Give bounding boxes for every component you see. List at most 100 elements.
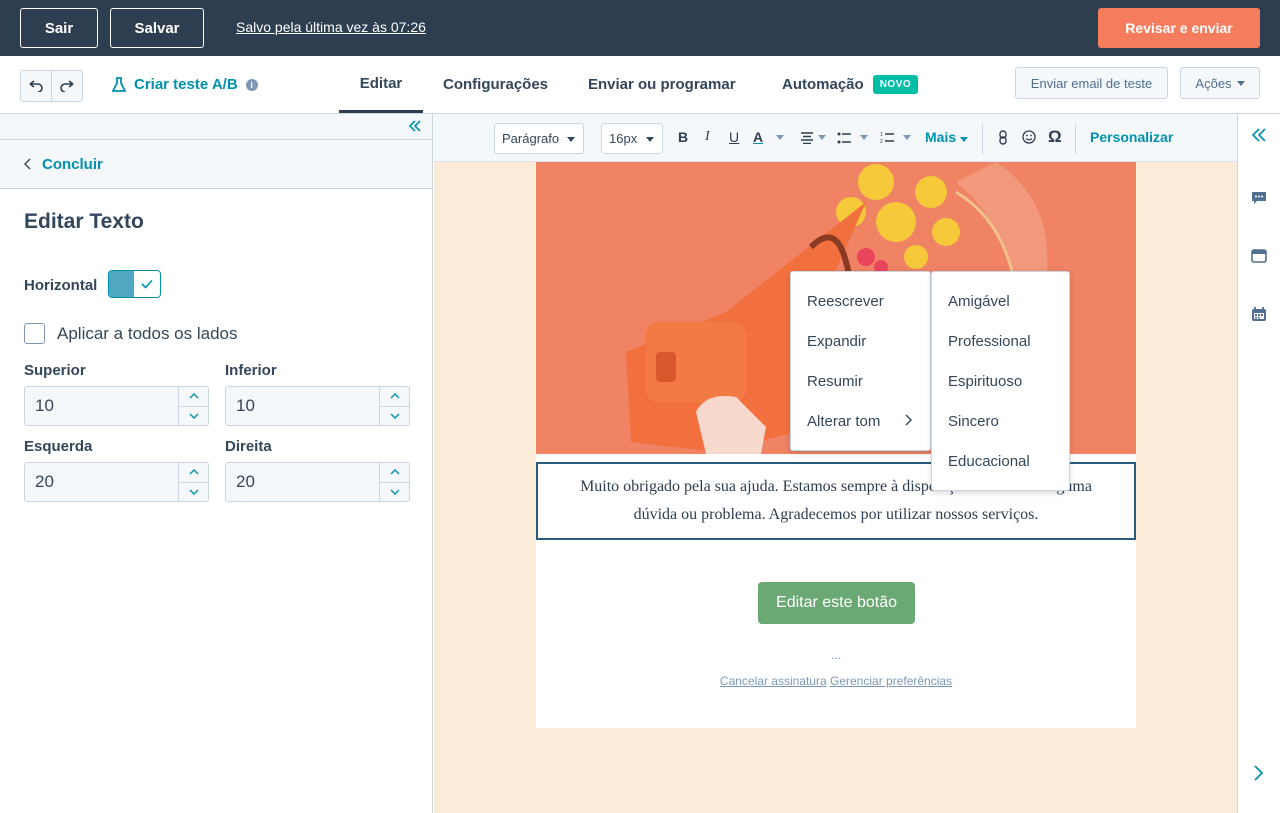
panel-title: Editar Texto — [24, 210, 144, 233]
top-bar: Sair Salvar Salvo pela última vez às 07:… — [0, 0, 1280, 56]
caret-down-icon[interactable] — [776, 135, 784, 140]
send-test-email-button[interactable]: Enviar email de teste — [1015, 67, 1168, 99]
apply-all-checkbox[interactable] — [24, 323, 45, 344]
tab-settings[interactable]: Configurações — [443, 56, 548, 113]
back-label: Concluir — [42, 155, 103, 173]
svg-text:2: 2 — [880, 139, 883, 144]
comment-icon[interactable] — [1251, 190, 1267, 206]
align-icon[interactable] — [800, 132, 814, 144]
review-and-send-button[interactable]: Revisar e enviar — [1098, 8, 1260, 48]
top-padding-label: Superior — [24, 362, 86, 379]
font-size-value: 16px — [609, 131, 638, 146]
chevron-down-icon[interactable] — [380, 483, 409, 502]
caret-down-icon[interactable] — [818, 135, 826, 140]
font-size-select[interactable]: 16px — [601, 123, 663, 154]
window-icon[interactable] — [1251, 248, 1267, 264]
expand-left-icon[interactable] — [1251, 127, 1267, 143]
tone-educational[interactable]: Educacional — [932, 441, 1069, 481]
bold-icon[interactable]: B — [678, 129, 688, 145]
emoji-icon[interactable] — [1022, 130, 1036, 144]
tone-friendly[interactable]: Amigável — [932, 281, 1069, 321]
email-cta-button[interactable]: Editar este botão — [758, 582, 915, 624]
ab-test-link[interactable]: Criar teste A/B i — [112, 76, 258, 93]
tone-professional[interactable]: Professional — [932, 321, 1069, 361]
actions-dropdown[interactable]: Ações — [1180, 67, 1260, 99]
tone-sincere[interactable]: Sincero — [932, 401, 1069, 441]
new-badge: NOVO — [872, 75, 919, 94]
chevron-right-icon — [905, 414, 912, 426]
chevron-up-icon[interactable] — [380, 463, 409, 483]
more-label: Mais — [925, 129, 957, 145]
chevron-down-icon[interactable] — [179, 483, 208, 502]
horizontal-toggle[interactable] — [108, 270, 161, 298]
footer-dots: ... — [830, 648, 841, 662]
personalize-button[interactable]: Personalizar — [1090, 129, 1173, 145]
chevron-down-icon[interactable] — [380, 407, 409, 426]
right-rail — [1237, 114, 1280, 813]
collapse-left-icon[interactable] — [408, 119, 422, 133]
right-padding-stepper[interactable]: 20 — [225, 462, 410, 502]
toggle-knob — [134, 271, 160, 297]
right-padding-value[interactable]: 20 — [226, 463, 379, 501]
bottom-padding-stepper[interactable]: 10 — [225, 386, 410, 426]
caret-down-icon — [1236, 80, 1245, 86]
left-padding-value[interactable]: 20 — [25, 463, 178, 501]
flask-icon — [112, 76, 126, 92]
last-saved-link[interactable]: Salvo pela última vez às 07:26 — [236, 19, 426, 35]
menu-item-change-tone[interactable]: Alterar tom — [791, 401, 930, 441]
toggle-fill — [109, 271, 134, 297]
undo-icon[interactable] — [21, 71, 52, 101]
back-to-done-link[interactable]: Concluir — [0, 140, 432, 189]
apply-all-sides-row[interactable]: Aplicar a todos os lados — [24, 323, 238, 344]
left-padding-stepper[interactable]: 20 — [24, 462, 209, 502]
left-sidebar: Concluir Editar Texto Horizontal Aplicar… — [0, 114, 433, 813]
toolbar-divider — [1075, 124, 1076, 154]
italic-icon[interactable]: I — [705, 129, 710, 145]
link-icon[interactable] — [999, 130, 1007, 145]
chevron-up-icon[interactable] — [179, 387, 208, 407]
bottom-padding-label: Inferior — [225, 362, 277, 379]
top-padding-stepper[interactable]: 10 — [24, 386, 209, 426]
tone-witty[interactable]: Espirituoso — [932, 361, 1069, 401]
redo-icon[interactable] — [52, 71, 82, 101]
paragraph-select[interactable]: Parágrafo — [494, 123, 584, 154]
chevron-right-icon[interactable] — [1254, 765, 1263, 781]
chevron-down-icon[interactable] — [179, 407, 208, 426]
top-padding-value[interactable]: 10 — [25, 387, 178, 425]
undo-redo-group — [20, 70, 83, 102]
unsubscribe-link[interactable]: Cancelar assinatura — [720, 674, 827, 688]
footer-links: Cancelar assinatura Gerenciar preferênci… — [536, 674, 1136, 688]
paragraph-select-value: Parágrafo — [502, 131, 560, 146]
right-padding-label: Direita — [225, 438, 272, 455]
check-icon — [141, 279, 153, 289]
menu-item-summarize[interactable]: Resumir — [791, 361, 930, 401]
exit-button[interactable]: Sair — [20, 8, 98, 48]
special-character-icon[interactable]: Ω — [1048, 127, 1062, 147]
underline-icon[interactable]: U — [729, 129, 739, 145]
caret-down-icon[interactable] — [860, 135, 868, 140]
caret-down-icon — [646, 137, 654, 142]
save-button[interactable]: Salvar — [110, 8, 204, 48]
tab-automation[interactable]: Automação NOVO — [782, 56, 919, 113]
caret-down-icon — [567, 137, 575, 142]
tab-send-schedule[interactable]: Enviar ou programar — [588, 56, 736, 113]
chevron-up-icon[interactable] — [179, 463, 208, 483]
text-color-icon[interactable]: A — [753, 129, 763, 145]
bullet-list-icon[interactable] — [837, 132, 852, 144]
caret-down-icon[interactable] — [903, 135, 911, 140]
manage-preferences-link[interactable]: Gerenciar preferências — [830, 674, 952, 688]
chevron-up-icon[interactable] — [380, 387, 409, 407]
bottom-padding-value[interactable]: 10 — [226, 387, 379, 425]
menu-item-expand[interactable]: Expandir — [791, 321, 930, 361]
numbered-list-icon[interactable]: 12 — [880, 131, 895, 144]
horizontal-label: Horizontal — [24, 277, 98, 294]
chevron-left-icon — [24, 158, 31, 170]
change-tone-label: Alterar tom — [807, 412, 881, 430]
toolbar-divider — [982, 124, 983, 154]
apply-all-label: Aplicar a todos os lados — [57, 323, 238, 343]
more-dropdown[interactable]: Mais — [925, 129, 969, 145]
tab-edit[interactable]: Editar — [339, 56, 423, 113]
info-icon[interactable]: i — [245, 78, 258, 91]
calendar-icon[interactable] — [1251, 306, 1267, 322]
menu-item-rewrite[interactable]: Reescrever — [791, 281, 930, 321]
